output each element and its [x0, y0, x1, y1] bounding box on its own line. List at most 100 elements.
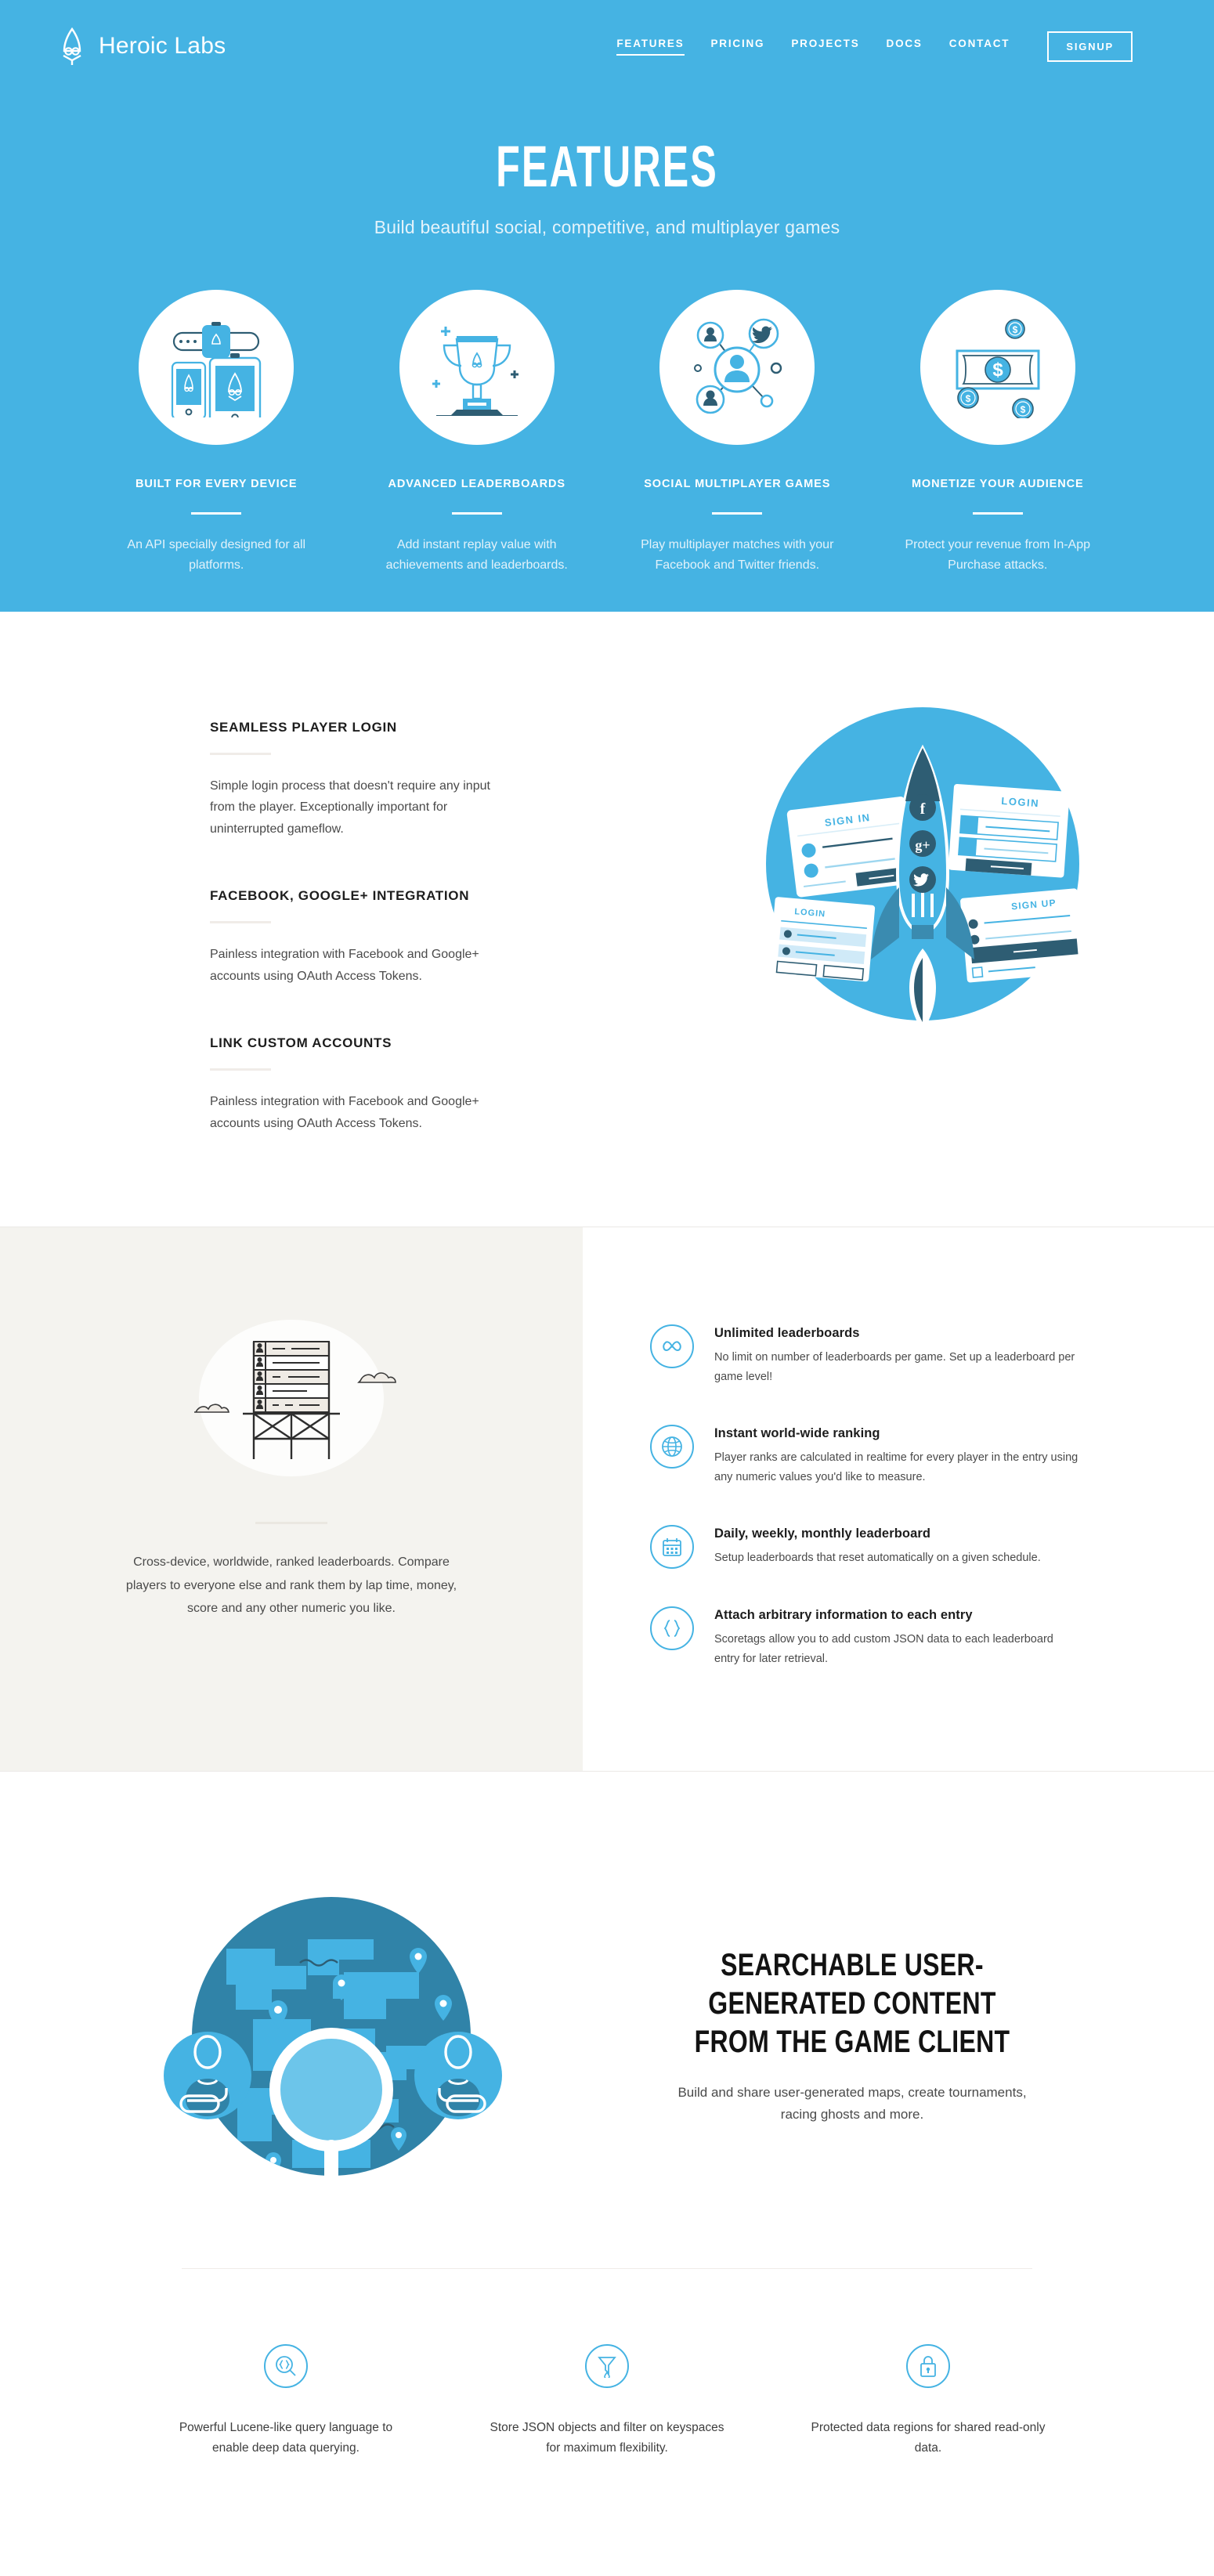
devices-icon — [161, 317, 271, 417]
feature-icon-circle — [139, 290, 294, 445]
data-feature-desc: Store JSON objects and filter on keyspac… — [490, 2421, 724, 2455]
item-desc: Scoretags allow you to add custom JSON d… — [714, 1633, 1053, 1666]
item-title: Attach arbitrary information to each ent… — [714, 1608, 973, 1623]
login-group-seamless: SEAMLESS PLAYER LOGIN Simple login proce… — [210, 720, 584, 840]
login-illustration-column: SIGN IN LOGIN LOGIN SIGN UP f g+ — [631, 699, 1214, 1135]
signup-button[interactable]: SIGNUP — [1047, 31, 1133, 62]
calendar-icon — [650, 1525, 694, 1570]
group-desc: Painless integration with Facebook and G… — [210, 948, 479, 983]
svg-text:$: $ — [965, 393, 970, 404]
query-magnifier-icon — [264, 2344, 308, 2389]
search-illustration-column — [0, 1864, 631, 2209]
leaderboard-caption: Cross-device, worldwide, ranked leaderbo… — [125, 1555, 457, 1615]
feature-card-desc: An API specially designed for all platfo… — [127, 538, 306, 572]
login-group-custom-accounts: LINK CUSTOM ACCOUNTS Painless integratio… — [210, 1035, 584, 1134]
svg-text:$: $ — [1020, 404, 1025, 415]
features-page: Heroic Labs FEATURES PRICING PROJECTS DO… — [0, 0, 1214, 2576]
lock-icon — [906, 2344, 950, 2389]
player-login-section: SEAMLESS PLAYER LOGIN Simple login proce… — [0, 611, 1214, 1228]
globe-icon — [650, 1425, 694, 1469]
feature-card-title: ADVANCED LEADERBOARDS — [388, 478, 565, 490]
data-feature-desc: Protected data regions for shared read-o… — [811, 2421, 1046, 2455]
search-text-column: SEARCHABLE USER-GENERATED CONTENT FROM T… — [631, 1946, 1214, 2126]
divider — [255, 1522, 327, 1525]
nav-link-contact[interactable]: CONTACT — [949, 38, 1010, 55]
group-title: FACEBOOK, GOOGLE+ INTEGRATION — [210, 888, 470, 904]
leaderboard-tower-illustration — [174, 1320, 409, 1484]
data-feature-desc: Powerful Lucene-like query language to e… — [179, 2421, 393, 2455]
section-subtitle: Build and share user-generated maps, cre… — [677, 2084, 1027, 2123]
leaderboard-item-ranking: Instant world-wide ranking Player ranks … — [650, 1425, 1081, 1487]
group-desc: Simple login process that doesn't requir… — [210, 779, 490, 836]
feature-card-social: SOCIAL MULTIPLAYER GAMES Play multiplaye… — [607, 290, 868, 576]
nav-link-pricing[interactable]: PRICING — [711, 38, 765, 55]
brand-name: Heroic Labs — [99, 33, 226, 59]
feature-card-title: BUILT FOR EVERY DEVICE — [135, 478, 298, 490]
group-desc: Painless integration with Facebook and G… — [210, 1095, 479, 1130]
divider — [712, 512, 763, 515]
social-network-icon — [682, 316, 792, 418]
svg-text:$: $ — [1012, 324, 1017, 335]
leaderboard-item-unlimited: Unlimited leaderboards No limit on numbe… — [650, 1324, 1081, 1387]
data-feature-query: Powerful Lucene-like query language to e… — [125, 2344, 446, 2459]
svg-text:$: $ — [992, 359, 1003, 381]
divider — [210, 1068, 271, 1071]
feature-card-devices: BUILT FOR EVERY DEVICE An API specially … — [86, 290, 347, 576]
infinity-icon — [650, 1324, 694, 1369]
feature-icon-circle — [399, 290, 555, 445]
section-title: SEARCHABLE USER-GENERATED CONTENT FROM T… — [694, 1948, 1010, 2059]
main-navigation: Heroic Labs FEATURES PRICING PROJECTS DO… — [0, 0, 1214, 92]
svg-text:f: f — [920, 800, 926, 818]
group-title: SEAMLESS PLAYER LOGIN — [210, 719, 397, 735]
divider — [451, 512, 502, 515]
data-feature-protected: Protected data regions for shared read-o… — [768, 2344, 1089, 2459]
divider — [210, 921, 271, 924]
divider — [191, 512, 242, 515]
divider — [182, 2268, 1032, 2270]
item-title: Daily, weekly, monthly leaderboard — [714, 1526, 931, 1541]
leaderboard-item-scoretags: Attach arbitrary information to each ent… — [650, 1606, 1081, 1669]
hero-feature-cards: BUILT FOR EVERY DEVICE An API specially … — [0, 290, 1214, 576]
item-desc: Setup leaderboards that reset automatica… — [714, 1552, 1041, 1565]
leaderboard-section: Cross-device, worldwide, ranked leaderbo… — [0, 1227, 1214, 1772]
data-features-row: Powerful Lucene-like query language to e… — [0, 2344, 1214, 2459]
leaderboard-illustration-column: Cross-device, worldwide, ranked leaderbo… — [0, 1227, 583, 1772]
trophy-icon — [422, 319, 532, 416]
rocket-login-illustration: SIGN IN LOGIN LOGIN SIGN UP f g+ — [758, 699, 1087, 1028]
nav-link-docs[interactable]: DOCS — [887, 38, 923, 55]
data-feature-filter: Store JSON objects and filter on keyspac… — [446, 2344, 768, 2459]
nav-links: FEATURES PRICING PROJECTS DOCS CONTACT S… — [616, 31, 1133, 62]
rocket-logo-icon — [56, 27, 88, 65]
hero-section: Heroic Labs FEATURES PRICING PROJECTS DO… — [0, 0, 1214, 612]
feature-card-desc: Add instant replay value with achievemen… — [385, 538, 568, 572]
banknote-icon: $ $ $ $ — [943, 316, 1053, 418]
group-title: LINK CUSTOM ACCOUNTS — [210, 1035, 392, 1051]
nav-link-projects[interactable]: PROJECTS — [791, 38, 859, 55]
item-desc: No limit on number of leaderboards per g… — [714, 1351, 1075, 1384]
item-title: Unlimited leaderboards — [714, 1326, 860, 1341]
data-features-section: Powerful Lucene-like query language to e… — [0, 2268, 1214, 2576]
item-title: Instant world-wide ranking — [714, 1426, 880, 1441]
filter-funnel-icon — [585, 2344, 629, 2389]
braces-icon — [650, 1606, 694, 1651]
divider — [972, 512, 1023, 515]
hero-subtitle: Build beautiful social, competitive, and… — [374, 217, 840, 237]
page-title: FEATURES — [496, 134, 718, 199]
feature-card-desc: Protect your revenue from In-App Purchas… — [905, 538, 1091, 572]
globe-magnifier-illustration — [151, 1864, 511, 2209]
feature-card-monetize: $ $ $ $ MONETIZE YOUR AUDIENCE Protect y… — [868, 290, 1129, 576]
feature-icon-circle — [659, 290, 815, 445]
searchable-content-section: SEARCHABLE USER-GENERATED CONTENT FROM T… — [0, 1772, 1214, 2264]
nav-link-features[interactable]: FEATURES — [616, 38, 685, 56]
leaderboard-item-schedule: Daily, weekly, monthly leaderboard Setup… — [650, 1525, 1081, 1570]
divider — [210, 752, 271, 755]
svg-text:g+: g+ — [915, 837, 930, 853]
leaderboard-items-column: Unlimited leaderboards No limit on numbe… — [583, 1227, 1214, 1772]
brand-logo-link[interactable]: Heroic Labs — [56, 27, 226, 65]
feature-card-title: MONETIZE YOUR AUDIENCE — [911, 478, 1084, 490]
feature-card-leaderboards: ADVANCED LEADERBOARDS Add instant replay… — [347, 290, 608, 576]
login-group-facebook-google: FACEBOOK, GOOGLE+ INTEGRATION Painless i… — [210, 888, 584, 987]
login-text-column: SEAMLESS PLAYER LOGIN Simple login proce… — [0, 699, 631, 1135]
feature-icon-circle: $ $ $ $ — [920, 290, 1075, 445]
feature-card-desc: Play multiplayer matches with your Faceb… — [641, 538, 834, 572]
